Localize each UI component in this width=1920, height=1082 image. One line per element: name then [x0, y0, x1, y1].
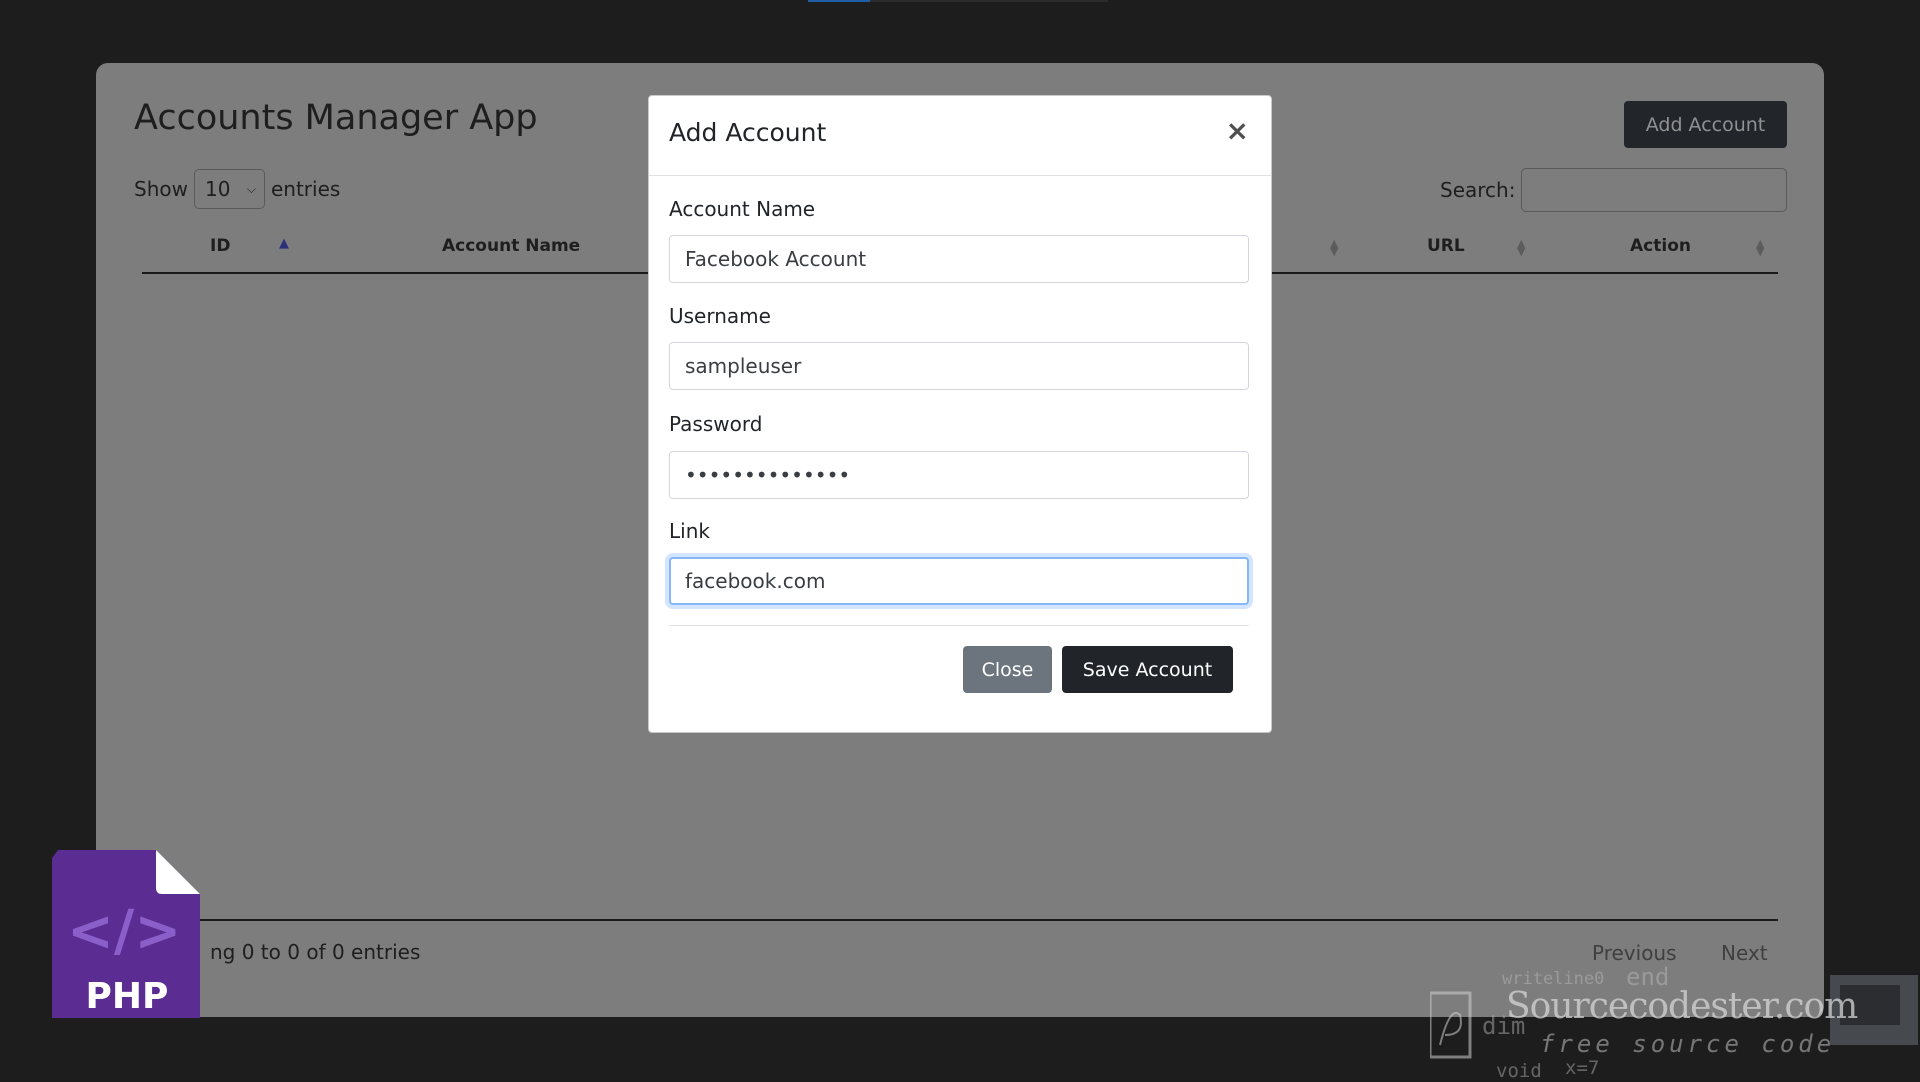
watermark-code-text: end — [1626, 963, 1670, 991]
watermark-code-text: dim — [1482, 1012, 1526, 1040]
username-label: Username — [669, 304, 771, 328]
entries-select[interactable]: 10 ⌵ — [193, 169, 265, 209]
entries-length-control: Show 10 ⌵ entries — [134, 168, 340, 210]
watermark-code-text: writeline0 — [1502, 969, 1605, 989]
svg-text:</>: </> — [67, 899, 181, 964]
column-header-id[interactable]: ID — [210, 236, 230, 256]
link-label: Link — [669, 519, 710, 543]
pagination-previous[interactable]: Previous — [1592, 941, 1677, 965]
entries-select-value: 10 — [204, 177, 231, 201]
sort-ascending-icon: ▲ — [279, 236, 289, 251]
close-icon[interactable]: × — [1226, 114, 1249, 147]
sort-icon: ▲ ▼ — [1330, 237, 1339, 258]
modal-footer-divider — [669, 625, 1249, 626]
link-field[interactable] — [669, 557, 1249, 605]
watermark-subtitle: free source code — [1540, 1030, 1836, 1058]
search-input[interactable] — [1521, 168, 1788, 212]
password-field[interactable] — [669, 451, 1249, 499]
show-label: Show — [134, 177, 188, 201]
php-badge-label: PHP — [85, 976, 169, 1017]
account-name-label: Account Name — [669, 197, 816, 221]
add-account-modal: Add Account × Account Name Username Pass… — [648, 95, 1272, 733]
close-button[interactable]: Close — [963, 646, 1052, 693]
pagination-next[interactable]: Next — [1721, 941, 1768, 965]
column-header-action[interactable]: Action — [1630, 236, 1691, 256]
sort-icon: ▲ ▼ — [1756, 237, 1765, 258]
column-header-url[interactable]: URL — [1427, 236, 1465, 256]
sort-icon: ▲ ▼ — [1517, 237, 1526, 258]
column-header-account-name[interactable]: Account Name — [442, 236, 580, 256]
add-account-button[interactable]: Add Account — [1624, 101, 1787, 148]
page-title: Accounts Manager App — [134, 98, 538, 138]
modal-header: Add Account × — [649, 96, 1271, 176]
username-field[interactable] — [669, 342, 1249, 390]
top-progress-accent — [808, 0, 870, 2]
entries-label: entries — [270, 177, 341, 201]
modal-title: Add Account — [669, 118, 827, 147]
table-info: ng 0 to 0 of 0 entries — [210, 940, 421, 964]
password-label: Password — [669, 412, 763, 436]
watermark-code-text: void — [1496, 1060, 1542, 1082]
search-label: Search: — [1440, 178, 1516, 202]
table-footer-divider — [142, 919, 1778, 921]
watermark-title: Sourcecodester.com — [1506, 986, 1858, 1027]
save-account-button[interactable]: Save Account — [1062, 646, 1233, 693]
chevron-down-icon: ⌵ — [246, 181, 256, 196]
watermark-code-text: x=7 — [1565, 1057, 1600, 1079]
account-name-field[interactable] — [669, 235, 1249, 283]
table-search: Search: — [1440, 168, 1788, 212]
